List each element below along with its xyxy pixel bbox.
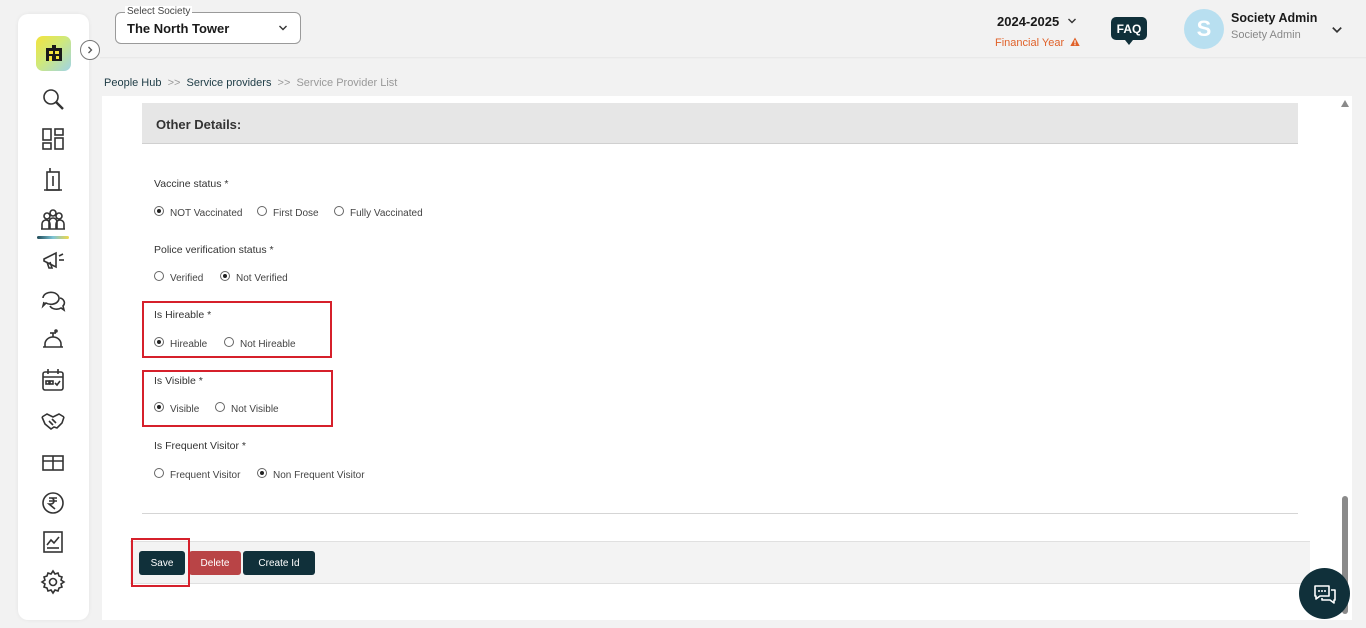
building-icon[interactable] [39,165,67,193]
radio-label: Visible [170,404,200,415]
radio-label: Not Hireable [240,339,296,350]
radio-label: First Dose [273,208,319,219]
radio-hireable[interactable]: Hireable [154,337,208,350]
radio-not-hireable[interactable]: Not Hireable [224,337,296,350]
society-select[interactable]: Select Society The North Tower [115,6,301,44]
chevron-down-icon [1068,18,1076,24]
breadcrumb-separator: >> [167,77,181,89]
radio-label: Fully Vaccinated [350,208,423,219]
radio-fully-vaccinated[interactable]: Fully Vaccinated [334,206,423,219]
warning-icon [1070,37,1080,46]
radio-button[interactable] [154,468,164,478]
scrollbar[interactable] [1338,96,1352,620]
megaphone-icon[interactable] [39,246,67,274]
section-title: Other Details: [156,117,242,132]
active-indicator [37,236,69,239]
vaccine-status-label: Vaccine status * [154,178,229,190]
radio-button[interactable] [154,271,164,281]
user-name[interactable]: Society Admin [1231,11,1317,25]
radio-button[interactable] [154,402,164,412]
form-divider [142,513,1298,514]
radio-not-verified[interactable]: Not Verified [220,271,288,284]
financial-year-value: 2024-2025 [997,14,1060,29]
people-icon[interactable] [39,206,67,234]
radio-label: Not Visible [231,404,279,415]
report-icon[interactable] [39,528,67,556]
radio-button[interactable] [334,206,344,216]
main-panel: Other Details: Vaccine status * NOT Vacc… [102,96,1352,620]
radio-label: Verified [170,273,204,284]
radio-button[interactable] [224,337,234,347]
faq-button[interactable]: FAQ [1111,17,1147,45]
radio-label: NOT Vaccinated [170,208,243,219]
breadcrumb-separator: >> [277,77,291,89]
create-id-button[interactable]: Create Id [243,551,315,575]
radio-first-dose[interactable]: First Dose [257,206,319,219]
dashboard-icon[interactable] [39,125,67,153]
society-select-value: The North Tower [127,21,230,36]
calendar-icon[interactable] [39,366,67,394]
financial-year-selector[interactable]: 2024-2025 Financial Year [995,13,1090,49]
radio-frequent-visitor[interactable]: Frequent Visitor [154,468,241,481]
radio-button[interactable] [257,468,267,478]
user-role: Society Admin [1231,29,1301,41]
service-bell-icon[interactable] [39,326,67,354]
radio-label: Not Verified [236,273,288,284]
delete-button[interactable]: Delete [189,551,241,575]
chat-bubbles-icon [1313,584,1336,604]
frequent-visitor-label: Is Frequent Visitor * [154,440,247,452]
financial-year-label: Financial Year [995,37,1065,49]
radio-non-frequent-visitor[interactable]: Non Frequent Visitor [257,468,365,481]
breadcrumb-service-providers[interactable]: Service providers [186,77,271,89]
header-divider [100,57,1366,59]
avatar[interactable]: S [1184,9,1224,49]
sidebar [18,14,89,620]
radio-button[interactable] [220,271,230,281]
society-select-label: Select Society [125,6,193,17]
chevron-right-icon [88,46,93,54]
breadcrumb-current: Service Provider List [296,77,398,89]
hireable-label: Is Hireable * [154,309,212,321]
rupee-icon[interactable] [39,489,67,517]
financial-year-caption: Financial Year [995,37,1080,49]
radio-not-visible[interactable]: Not Visible [215,402,279,415]
handshake-icon[interactable] [39,406,67,434]
save-highlight-box [131,538,190,587]
radio-visible[interactable]: Visible [154,402,200,415]
sidebar-toggle-button[interactable] [80,40,100,60]
radio-label: Frequent Visitor [170,470,241,481]
breadcrumb: People Hub >> Service providers >> Servi… [104,77,397,89]
breadcrumb-people-hub[interactable]: People Hub [104,77,162,89]
police-verification-label: Police verification status * [154,244,274,256]
other-details-header: Other Details: [142,103,1298,144]
app-logo[interactable] [36,36,71,71]
settings-icon[interactable] [39,568,67,596]
radio-label: Non Frequent Visitor [273,470,365,481]
user-menu-chevron-icon[interactable] [1331,24,1343,36]
chat-support-button[interactable] [1299,568,1350,619]
radio-button[interactable] [154,206,164,216]
radio-button[interactable] [257,206,267,216]
gift-icon[interactable] [39,447,67,475]
radio-label: Hireable [170,339,208,350]
radio-verified[interactable]: Verified [154,271,204,284]
radio-button[interactable] [215,402,225,412]
scroll-up-arrow-icon[interactable] [1341,100,1349,107]
logo-icon [45,44,62,61]
visible-label: Is Visible * [154,375,203,387]
search-icon[interactable] [39,85,67,113]
chat-icon[interactable] [39,286,67,314]
chevron-down-icon [279,25,287,31]
radio-not-vaccinated[interactable]: NOT Vaccinated [154,206,243,219]
radio-button[interactable] [154,337,164,347]
